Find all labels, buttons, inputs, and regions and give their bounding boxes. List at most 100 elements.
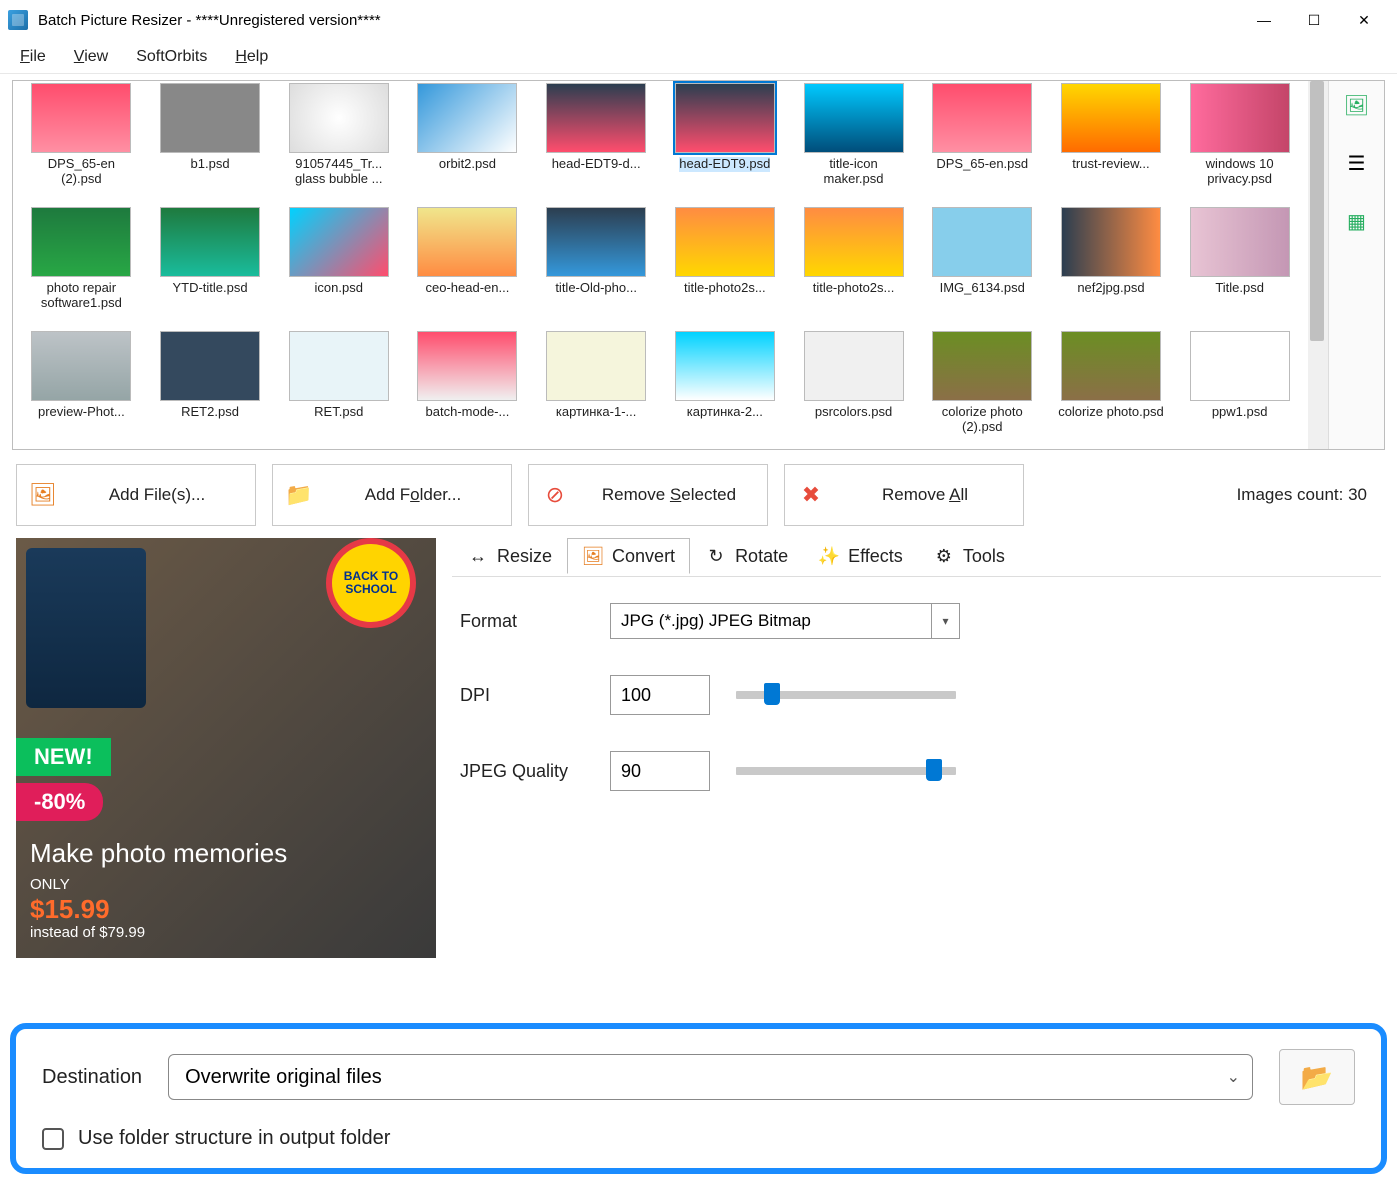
remove-all-label: Remove All bbox=[839, 485, 1011, 505]
quality-slider[interactable] bbox=[736, 767, 956, 775]
thumbnail-label: YTD-title.psd bbox=[172, 281, 247, 296]
thumbnail-item[interactable]: b1.psd bbox=[148, 81, 273, 201]
thumbnail-label: title-photo2s... bbox=[813, 281, 895, 296]
add-files-button[interactable]: 🖼 Add File(s)... bbox=[16, 464, 256, 526]
dpi-slider[interactable] bbox=[736, 691, 956, 699]
menu-file[interactable]: File bbox=[8, 44, 58, 70]
thumbnail-item[interactable]: DPS_65-en (2).psd bbox=[19, 81, 144, 201]
thumbnail-item[interactable]: ppw1.psd bbox=[1177, 329, 1302, 449]
add-folder-button[interactable]: 📁 Add Folder... bbox=[272, 464, 512, 526]
destination-label: Destination bbox=[42, 1066, 142, 1089]
thumbnail-item[interactable]: head-EDT9-d... bbox=[534, 81, 659, 201]
remove-icon: ⊘ bbox=[541, 481, 569, 509]
thumbnail-item[interactable]: картинка-1-... bbox=[534, 329, 659, 449]
promo-banner[interactable]: BACK TO SCHOOL NEW! -80% Make photo memo… bbox=[16, 538, 436, 958]
format-dropdown[interactable]: JPG (*.jpg) JPEG Bitmap ▾ bbox=[610, 603, 960, 639]
tab-rotate[interactable]: ↻Rotate bbox=[690, 538, 803, 574]
thumbnail-item[interactable]: title-icon maker.psd bbox=[791, 81, 916, 201]
thumbnail-item[interactable]: DPS_65-en.psd bbox=[920, 81, 1045, 201]
destination-value: Overwrite original files bbox=[185, 1066, 382, 1089]
tools-icon: ⚙ bbox=[933, 545, 955, 567]
thumbnail-label: colorize photo.psd bbox=[1058, 405, 1164, 420]
thumbnail-image bbox=[932, 207, 1032, 277]
thumbnail-label: IMG_6134.psd bbox=[940, 281, 1025, 296]
maximize-button[interactable]: ☐ bbox=[1289, 2, 1339, 38]
menu-softorbits[interactable]: SoftOrbits bbox=[124, 44, 219, 70]
thumbnail-item[interactable]: trust-review... bbox=[1049, 81, 1174, 201]
thumbnail-item[interactable]: title-photo2s... bbox=[662, 205, 787, 325]
window-controls: — ☐ ✕ bbox=[1239, 2, 1389, 38]
remove-all-button[interactable]: ✖ Remove All bbox=[784, 464, 1024, 526]
view-list-icon[interactable]: ☰ bbox=[1343, 149, 1371, 177]
thumbnail-item[interactable]: orbit2.psd bbox=[405, 81, 530, 201]
thumbnail-grid[interactable]: DPS_65-en (2).psdb1.psd 91057445_Tr... gl… bbox=[13, 81, 1308, 449]
format-value: JPG (*.jpg) JPEG Bitmap bbox=[621, 611, 811, 631]
thumbnail-item[interactable]: nef2jpg.psd bbox=[1049, 205, 1174, 325]
menu-view[interactable]: View bbox=[62, 44, 120, 70]
images-count: Images count: 30 bbox=[1237, 485, 1381, 505]
thumbnail-item[interactable]: title-Old-pho... bbox=[534, 205, 659, 325]
thumbnail-item[interactable]: 91057445_Tr... glass bubble ... bbox=[276, 81, 401, 201]
destination-dropdown[interactable]: Overwrite original files ⌄ bbox=[168, 1054, 1253, 1100]
thumbnail-item[interactable]: IMG_6134.psd bbox=[920, 205, 1045, 325]
thumbnail-image bbox=[675, 83, 775, 153]
thumbnail-item[interactable]: head-EDT9.psd bbox=[662, 81, 787, 201]
thumbnail-item[interactable]: Title.psd bbox=[1177, 205, 1302, 325]
use-folder-structure-checkbox[interactable] bbox=[42, 1128, 64, 1150]
close-button[interactable]: ✕ bbox=[1339, 2, 1389, 38]
thumbnail-item[interactable]: colorize photo (2).psd bbox=[920, 329, 1045, 449]
use-folder-structure-label: Use folder structure in output folder bbox=[78, 1127, 390, 1150]
thumbnail-scrollbar[interactable] bbox=[1308, 81, 1328, 449]
thumbnail-label: 91057445_Tr... glass bubble ... bbox=[284, 157, 394, 187]
slider-thumb[interactable] bbox=[764, 683, 780, 705]
thumbnail-item[interactable]: title-photo2s... bbox=[791, 205, 916, 325]
thumbnail-image bbox=[417, 331, 517, 401]
thumbnail-item[interactable]: icon.psd bbox=[276, 205, 401, 325]
tab-resize[interactable]: ↔Resize bbox=[452, 538, 567, 574]
thumbnail-item[interactable]: photo repair software1.psd bbox=[19, 205, 144, 325]
dpi-label: DPI bbox=[460, 685, 610, 706]
thumbnail-item[interactable]: preview-Phot... bbox=[19, 329, 144, 449]
resize-icon: ↔ bbox=[467, 545, 489, 567]
settings-panel: ↔Resize 🖼Convert ↻Rotate ✨Effects ⚙Tools… bbox=[452, 538, 1381, 958]
thumbnail-image bbox=[804, 331, 904, 401]
thumbnail-item[interactable]: YTD-title.psd bbox=[148, 205, 273, 325]
thumbnail-image bbox=[546, 207, 646, 277]
thumbnail-label: photo repair software1.psd bbox=[26, 281, 136, 311]
thumbnail-image bbox=[1061, 207, 1161, 277]
thumbnail-item[interactable]: ceo-head-en... bbox=[405, 205, 530, 325]
dpi-input[interactable] bbox=[610, 675, 710, 715]
thumbnail-item[interactable]: psrcolors.psd bbox=[791, 329, 916, 449]
thumbnail-item[interactable]: colorize photo.psd bbox=[1049, 329, 1174, 449]
remove-selected-label: Remove Selected bbox=[583, 485, 755, 505]
browse-folder-button[interactable]: 📂 bbox=[1279, 1049, 1355, 1105]
remove-selected-button[interactable]: ⊘ Remove Selected bbox=[528, 464, 768, 526]
convert-form: Format JPG (*.jpg) JPEG Bitmap ▾ DPI JPE… bbox=[452, 577, 1381, 791]
slider-thumb[interactable] bbox=[926, 759, 942, 781]
tab-convert[interactable]: 🖼Convert bbox=[567, 538, 690, 574]
minimize-button[interactable]: — bbox=[1239, 2, 1289, 38]
thumbnail-item[interactable]: windows 10 privacy.psd bbox=[1177, 81, 1302, 201]
tab-effects[interactable]: ✨Effects bbox=[803, 538, 918, 574]
rotate-icon: ↻ bbox=[705, 545, 727, 567]
quality-input[interactable] bbox=[610, 751, 710, 791]
app-icon bbox=[8, 10, 28, 30]
thumbnail-label: windows 10 privacy.psd bbox=[1185, 157, 1295, 187]
thumbnail-area: DPS_65-en (2).psdb1.psd 91057445_Tr... gl… bbox=[12, 80, 1385, 450]
tab-tools[interactable]: ⚙Tools bbox=[918, 538, 1020, 574]
menu-help[interactable]: Help bbox=[223, 44, 280, 70]
view-thumbnails-icon[interactable]: 🖼 bbox=[1343, 91, 1371, 119]
thumbnail-image bbox=[160, 207, 260, 277]
view-details-icon[interactable]: ▦ bbox=[1343, 207, 1371, 235]
new-badge: NEW! bbox=[16, 738, 111, 776]
thumbnail-item[interactable]: картинка-2... bbox=[662, 329, 787, 449]
scrollbar-thumb[interactable] bbox=[1310, 81, 1324, 341]
thumbnail-item[interactable]: batch-mode-... bbox=[405, 329, 530, 449]
folder-open-icon: 📂 bbox=[1301, 1062, 1333, 1093]
thumbnail-label: psrcolors.psd bbox=[815, 405, 892, 420]
thumbnail-image bbox=[932, 83, 1032, 153]
mid-row: BACK TO SCHOOL NEW! -80% Make photo memo… bbox=[0, 534, 1397, 958]
menu-bar: File View SoftOrbits Help bbox=[0, 40, 1397, 74]
thumbnail-item[interactable]: RET2.psd bbox=[148, 329, 273, 449]
thumbnail-item[interactable]: RET.psd bbox=[276, 329, 401, 449]
